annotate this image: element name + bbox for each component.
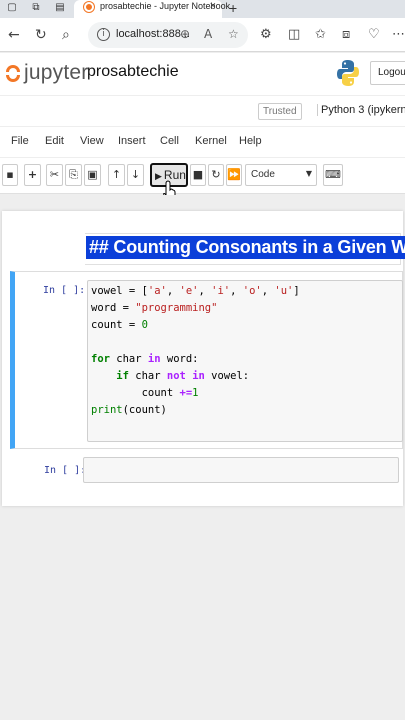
- command-palette-icon[interactable]: ⌨: [323, 164, 343, 186]
- cell-type-select[interactable]: Code ▼: [245, 164, 317, 186]
- more-icon[interactable]: ⋯: [392, 27, 405, 43]
- health-icon[interactable]: ♡: [368, 27, 380, 43]
- code-cell-empty[interactable]: In [ ]:: [10, 455, 403, 491]
- copy-icon[interactable]: ⎘: [65, 164, 82, 186]
- code-editor[interactable]: vowel = ['a', 'e', 'i', 'o', 'u'] word =…: [87, 280, 403, 442]
- address-bar-row: ← ↻ ⌕ i localhost:888... ⊕ A ☆ ⚙ ◫ ✩ ⧈ ♡…: [0, 18, 405, 52]
- cut-icon[interactable]: ✂: [46, 164, 63, 186]
- code-line: if char not in vowel:: [116, 370, 250, 382]
- markdown-heading-text[interactable]: ## Counting Consonants in a Given Word: [86, 236, 405, 259]
- code-line: count = 0: [91, 319, 148, 331]
- paste-icon[interactable]: ▣: [84, 164, 101, 186]
- menu-view[interactable]: View: [80, 135, 104, 147]
- menu-cell[interactable]: Cell: [160, 135, 179, 147]
- favorite-icon[interactable]: ☆: [228, 27, 239, 41]
- address-bar[interactable]: i localhost:888... ⊕ A ☆: [88, 22, 248, 48]
- add-cell-icon[interactable]: +: [24, 164, 41, 186]
- tab-strip: ▢ ⧉ ▤ prosabtechie - Jupyter Notebook × …: [0, 0, 405, 18]
- menu-insert[interactable]: Insert: [118, 135, 146, 147]
- notebook-gutter: [0, 195, 405, 211]
- logout-button[interactable]: Logout: [370, 61, 405, 85]
- code-line: vowel = ['a', 'e', 'i', 'o', 'u']: [91, 285, 300, 297]
- move-up-icon[interactable]: ↑: [108, 164, 125, 186]
- window-menu-icon[interactable]: ▢: [6, 2, 18, 14]
- close-icon[interactable]: ×: [210, 0, 216, 12]
- info-icon[interactable]: i: [97, 28, 110, 41]
- back-icon[interactable]: ←: [8, 27, 20, 43]
- zoom-icon[interactable]: ⊕: [180, 27, 190, 41]
- jupyter-favicon-icon: [84, 2, 94, 12]
- kernel-status-bar: Trusted Python 3 (ipykernel) O: [0, 96, 405, 126]
- markdown-cell[interactable]: ## Counting Consonants in a Given Word: [85, 233, 405, 266]
- stop-icon[interactable]: ■: [190, 164, 206, 186]
- input-prompt-2: In [ ]:: [44, 465, 87, 476]
- favorites-icon[interactable]: ✩: [315, 27, 326, 43]
- jupyter-logo-icon[interactable]: [4, 61, 22, 87]
- python-logo-icon: [337, 60, 359, 86]
- jupyter-wordmark[interactable]: jupyter: [24, 61, 88, 85]
- jupyter-header: jupyter prosabtechie Logout: [0, 53, 405, 95]
- search-icon[interactable]: ⌕: [62, 27, 70, 43]
- reload-icon[interactable]: ↻: [35, 27, 47, 43]
- notebook-name[interactable]: prosabtechie: [87, 63, 179, 81]
- code-line: for char in word:: [91, 353, 199, 365]
- code-line: print(count): [91, 404, 167, 416]
- menu-bar: File Edit View Insert Cell Kernel Help: [0, 127, 405, 157]
- kernel-name-label: Python 3 (ipykernel): [321, 104, 405, 116]
- split-screen-icon[interactable]: ◫: [288, 27, 300, 43]
- menu-kernel[interactable]: Kernel: [195, 135, 227, 147]
- notebook-toolbar: ▪ + ✂ ⎘ ▣ ↑ ↓ ▶ Run ■ ↻ ⏩ Code ▼ ⌨: [0, 158, 405, 194]
- save-icon[interactable]: ▪: [2, 164, 18, 186]
- read-aloud-icon[interactable]: A: [204, 27, 212, 41]
- collections-icon[interactable]: ⧈: [342, 27, 350, 43]
- code-line: word = "programming": [91, 302, 218, 314]
- menu-help[interactable]: Help: [239, 135, 262, 147]
- move-down-icon[interactable]: ↓: [127, 164, 144, 186]
- fast-forward-icon[interactable]: ⏩: [226, 164, 242, 186]
- chevron-down-icon: ▼: [305, 169, 312, 178]
- code-cell-selected[interactable]: In [ ]: vowel = ['a', 'e', 'i', 'o', 'u'…: [10, 271, 403, 449]
- tab-jupyter[interactable]: prosabtechie - Jupyter Notebook ×: [74, 0, 230, 18]
- cell-type-value: Code: [251, 169, 275, 180]
- extensions-icon[interactable]: ⚙: [260, 27, 272, 43]
- menu-file[interactable]: File: [11, 135, 29, 147]
- kernel-name[interactable]: Python 3 (ipykernel) O: [317, 104, 405, 116]
- code-line: count +=1: [91, 387, 199, 399]
- new-tab-icon[interactable]: +: [229, 0, 237, 16]
- play-icon: ▶: [155, 172, 162, 182]
- menu-edit[interactable]: Edit: [45, 135, 64, 147]
- trusted-badge[interactable]: Trusted: [258, 103, 302, 120]
- notebook-container: ## Counting Consonants in a Given Word I…: [2, 211, 405, 506]
- code-editor-empty[interactable]: [83, 457, 399, 483]
- input-prompt: In [ ]:: [43, 285, 86, 296]
- url-text[interactable]: localhost:888...: [116, 28, 190, 40]
- restart-icon[interactable]: ↻: [208, 164, 224, 186]
- browser-window: ▢ ⧉ ▤ prosabtechie - Jupyter Notebook × …: [0, 0, 405, 720]
- workspaces-icon[interactable]: ⧉: [30, 2, 42, 14]
- tab-actions-icon[interactable]: ▤: [54, 2, 66, 14]
